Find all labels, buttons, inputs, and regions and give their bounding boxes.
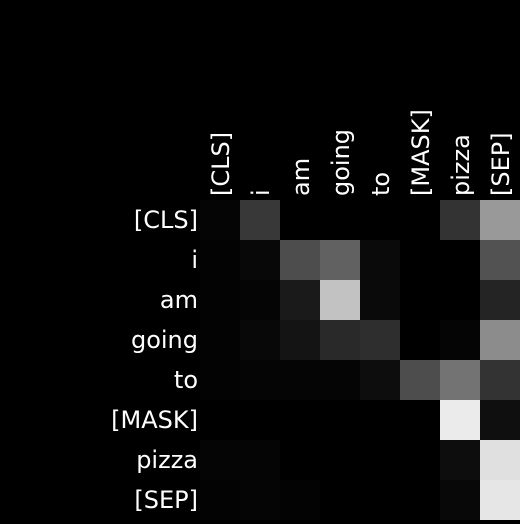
heatmap-cell-r0-c2	[280, 200, 320, 240]
attention-heatmap: [CLS] i am going to [MASK] pizza [SEP] [CLS] i am…	[0, 0, 520, 520]
heatmap-cell-r4-c3	[320, 360, 360, 400]
heatmap-cell-r0-c3	[320, 200, 360, 240]
heatmap-cell-r7-c2	[280, 480, 320, 520]
heatmap-cell-r1-c7	[480, 240, 520, 280]
heatmap-cell-r0-c1	[240, 200, 280, 240]
heatmap-canvas: [CLS] i am going to [MASK] pizza [SEP] [CLS]iam…	[111, 109, 520, 520]
heatmap-cell-r7-c3	[320, 480, 360, 520]
x-tick-label: going	[327, 129, 355, 196]
x-tick-label: [SEP]	[487, 132, 515, 196]
heatmap-cell-r1-c4	[360, 240, 400, 280]
y-tick-label: am	[160, 286, 198, 314]
heatmap-cell-r0-c5	[400, 200, 440, 240]
y-tick-label: to	[174, 366, 198, 394]
y-axis-labels: [CLS] i am going to [MASK] pizza [SEP]	[111, 206, 198, 514]
heatmap-cell-r6-c1	[240, 440, 280, 480]
heatmap-cell-r4-c1	[240, 360, 280, 400]
heatmap-cell-r5-c1	[240, 400, 280, 440]
x-axis-labels: [CLS] i am going to [MASK] pizza [SEP]	[207, 109, 515, 196]
heatmap-cell-r6-c4	[360, 440, 400, 480]
heatmap-cell-r3-c2	[280, 320, 320, 360]
heatmap-cell-r0-c6	[440, 200, 480, 240]
heatmap-cell-r4-c6	[440, 360, 480, 400]
heatmap-cell-r5-c6	[440, 400, 480, 440]
heatmap-cell-r3-c3	[320, 320, 360, 360]
heatmap-cell-r3-c1	[240, 320, 280, 360]
heatmap-cell-r2-c2	[280, 280, 320, 320]
heatmap-cell-r1-c5	[400, 240, 440, 280]
heatmap-cell-r3-c5	[400, 320, 440, 360]
heatmap-cell-r7-c5	[400, 480, 440, 520]
heatmap-cell-r7-c0	[200, 480, 240, 520]
heatmap-cell-r5-c3	[320, 400, 360, 440]
heatmap-cell-r2-c5	[400, 280, 440, 320]
heatmap-cell-r1-c1	[240, 240, 280, 280]
heatmap-cell-r3-c4	[360, 320, 400, 360]
y-tick-label: pizza	[136, 446, 198, 474]
heatmap-cell-r0-c4	[360, 200, 400, 240]
y-tick-label: going	[131, 326, 198, 354]
heatmap-cell-r7-c6	[440, 480, 480, 520]
heatmap-cell-r0-c7	[480, 200, 520, 240]
x-tick-label: i	[247, 189, 275, 196]
x-tick-label: am	[287, 158, 315, 196]
heatmap-cell-r6-c6	[440, 440, 480, 480]
heatmap-cell-r2-c4	[360, 280, 400, 320]
x-tick-label: pizza	[447, 134, 475, 196]
heatmap-cell-r0-c0	[200, 200, 240, 240]
heatmap-cell-r7-c1	[240, 480, 280, 520]
heatmap-cell-r4-c7	[480, 360, 520, 400]
heatmap-cell-r6-c2	[280, 440, 320, 480]
y-tick-label: [CLS]	[134, 206, 198, 234]
heatmap-cell-r5-c0	[200, 400, 240, 440]
heatmap-cell-r7-c7	[480, 480, 520, 520]
heatmap-cell-r2-c7	[480, 280, 520, 320]
heatmap-cell-r3-c0	[200, 320, 240, 360]
heatmap-cell-r1-c2	[280, 240, 320, 280]
heatmap-cell-r5-c4	[360, 400, 400, 440]
heatmap-cell-r6-c5	[400, 440, 440, 480]
heatmap-cell-r2-c6	[440, 280, 480, 320]
heatmap-cell-r7-c4	[360, 480, 400, 520]
heatmap-cell-r4-c0	[200, 360, 240, 400]
heatmap-cell-r3-c6	[440, 320, 480, 360]
heatmap-cells	[200, 200, 520, 520]
x-tick-label: [CLS]	[207, 132, 235, 196]
heatmap-cell-r5-c7	[480, 400, 520, 440]
heatmap-cell-r1-c3	[320, 240, 360, 280]
x-tick-label: [MASK]	[407, 109, 435, 196]
heatmap-cell-r2-c1	[240, 280, 280, 320]
heatmap-cell-r1-c6	[440, 240, 480, 280]
heatmap-cell-r6-c7	[480, 440, 520, 480]
x-tick-label: to	[367, 172, 395, 196]
heatmap-cell-r6-c3	[320, 440, 360, 480]
heatmap-cell-r5-c5	[400, 400, 440, 440]
y-tick-label: [MASK]	[111, 406, 198, 434]
y-tick-label: [SEP]	[134, 486, 198, 514]
heatmap-cell-r6-c0	[200, 440, 240, 480]
heatmap-cell-r4-c4	[360, 360, 400, 400]
heatmap-cell-r2-c0	[200, 280, 240, 320]
heatmap-cell-r5-c2	[280, 400, 320, 440]
heatmap-cell-r4-c2	[280, 360, 320, 400]
y-tick-label: i	[191, 246, 198, 274]
heatmap-cell-r2-c3	[320, 280, 360, 320]
heatmap-cell-r3-c7	[480, 320, 520, 360]
heatmap-cell-r4-c5	[400, 360, 440, 400]
heatmap-cell-r1-c0	[200, 240, 240, 280]
